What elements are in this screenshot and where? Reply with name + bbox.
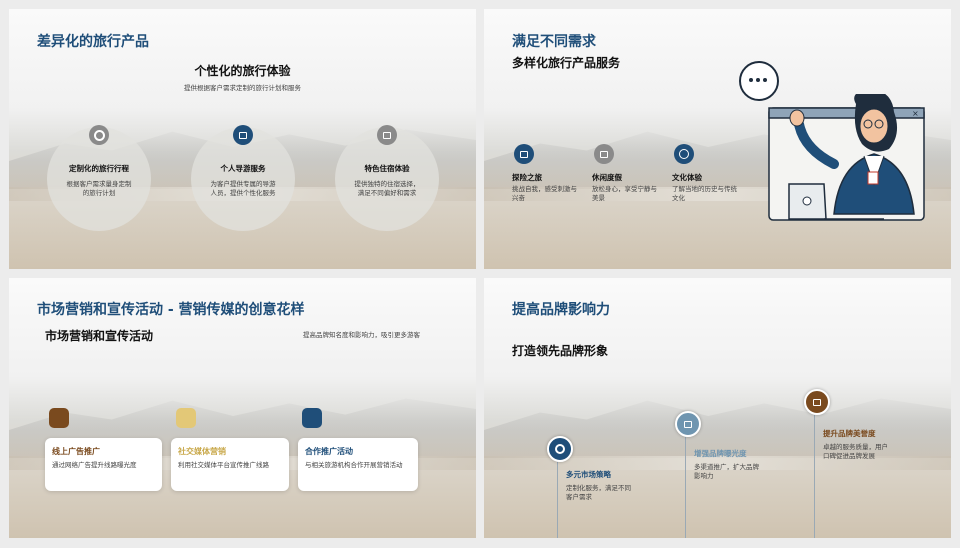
feature-title: 个人导游服务: [220, 164, 266, 173]
slide-heading: 个性化的旅行体验: [194, 64, 291, 78]
presenter-illustration: ×: [768, 94, 925, 221]
palette-icon: [514, 144, 534, 164]
clipboard-icon: [594, 144, 614, 164]
service-desc-line2: 文化: [672, 194, 685, 202]
card-desc: 利用社交媒体平台宣传推广线路: [178, 461, 269, 469]
slide-brand-influence[interactable]: 提高品牌影响力 打造领先品牌形象 多元市场策略 定制化服务，满足不同 客户需求 …: [484, 278, 951, 538]
service-desc-line1: 放松身心，享受宁静与: [592, 185, 657, 193]
slide-differentiated-products[interactable]: 差异化的旅行产品 个性化的旅行体验 提供根据客户需求定制的旅行计划和服务 定制化…: [9, 9, 476, 269]
service-desc-line1: 了解当地的历史与传统: [672, 185, 737, 193]
step-title: 提升品牌美誉度: [823, 429, 876, 438]
slide-subtitle: 提供根据客户需求定制的旅行计划和服务: [184, 84, 301, 92]
slide-marketing[interactable]: 市场营销和宣传活动 - 营销传媒的创意花样 市场营销和宣传活动 提高品牌知名度和…: [9, 278, 476, 538]
svg-text:×: ×: [912, 109, 919, 118]
image-icon: [233, 125, 253, 145]
feature-desc-line2: 人员，提供个性化服务: [210, 189, 276, 197]
step-desc-line1: 卓越的服务质量，用户: [823, 443, 888, 451]
step-desc-line1: 定制化服务，满足不同: [566, 484, 631, 492]
globe-icon: [674, 144, 694, 164]
timeline-line: [814, 411, 815, 538]
card-title: 线上广告推广: [52, 447, 100, 456]
card-desc: 与相关旅游机构合作开展营销活动: [305, 461, 403, 469]
marketing-card[interactable]: 合作推广活动 与相关旅游机构合作开展营销活动: [298, 438, 418, 491]
step-desc-line2: 口碑促进品牌发展: [823, 452, 875, 460]
sitemap-icon: [675, 411, 701, 437]
card-title: 社交媒体营销: [178, 447, 226, 456]
target-icon: [547, 436, 573, 462]
marketing-card[interactable]: 线上广告推广 通过网络广告提升线路曝光度: [45, 438, 162, 491]
slide-title: 市场营销和宣传活动 - 营销传媒的创意花样: [37, 302, 305, 318]
step-desc-line2: 影响力: [694, 472, 714, 480]
slide-title: 提高品牌影响力: [512, 302, 610, 318]
service-title: 探险之旅: [512, 173, 542, 182]
slide-title: 满足不同需求: [512, 34, 596, 50]
feature-title: 特色住宿体验: [364, 164, 410, 173]
feature-title: 定制化的旅行行程: [69, 164, 129, 173]
marketing-card[interactable]: 社交媒体营销 利用社交媒体平台宣传推广线路: [171, 438, 289, 491]
step-title: 多元市场策略: [566, 470, 611, 479]
slide-meet-needs[interactable]: 满足不同需求 多样化旅行产品服务 探险之旅 挑战自我，感受刺激与 兴奋 休闲度假…: [484, 9, 951, 269]
feature-desc-line1: 为客户提供专属的导游: [210, 180, 276, 188]
slide-note: 提高品牌知名度和影响力，吸引更多游客: [303, 331, 420, 339]
image-icon: [804, 389, 830, 415]
slide-heading: 多样化旅行产品服务: [512, 56, 621, 70]
service-desc-line2: 美景: [592, 194, 605, 202]
feature-desc-line1: 根据客户需求量身定制: [66, 180, 132, 188]
step-desc-line2: 客户需求: [566, 493, 592, 501]
briefcase-icon: [377, 125, 397, 145]
slide-title: 差异化的旅行产品: [37, 34, 149, 50]
disc-icon: [89, 125, 109, 145]
folder-icon: [49, 408, 69, 428]
service-title: 休闲度假: [592, 173, 622, 182]
card-desc: 通过网络广告提升线路曝光度: [52, 461, 137, 469]
card-title: 合作推广活动: [305, 447, 353, 456]
service-desc-line2: 兴奋: [512, 194, 525, 202]
step-desc-line1: 多渠道推广，扩大品牌: [694, 463, 759, 471]
feature-desc-line1: 提供独特的住宿选择，: [354, 180, 420, 188]
timeline-line: [685, 433, 686, 538]
slide-heading: 市场营销和宣传活动: [45, 329, 154, 343]
timeline-line: [557, 458, 558, 538]
document-icon: [176, 408, 196, 428]
step-title: 增强品牌曝光度: [694, 449, 747, 458]
slide-heading: 打造领先品牌形象: [512, 344, 609, 358]
service-desc-line1: 挑战自我，感受刺激与: [512, 185, 577, 193]
service-title: 文化体验: [672, 173, 702, 182]
feature-desc-line2: 满足不同偏好和需求: [357, 189, 417, 197]
feature-desc-line2: 的旅行计划: [82, 189, 116, 197]
image-icon: [302, 408, 322, 428]
